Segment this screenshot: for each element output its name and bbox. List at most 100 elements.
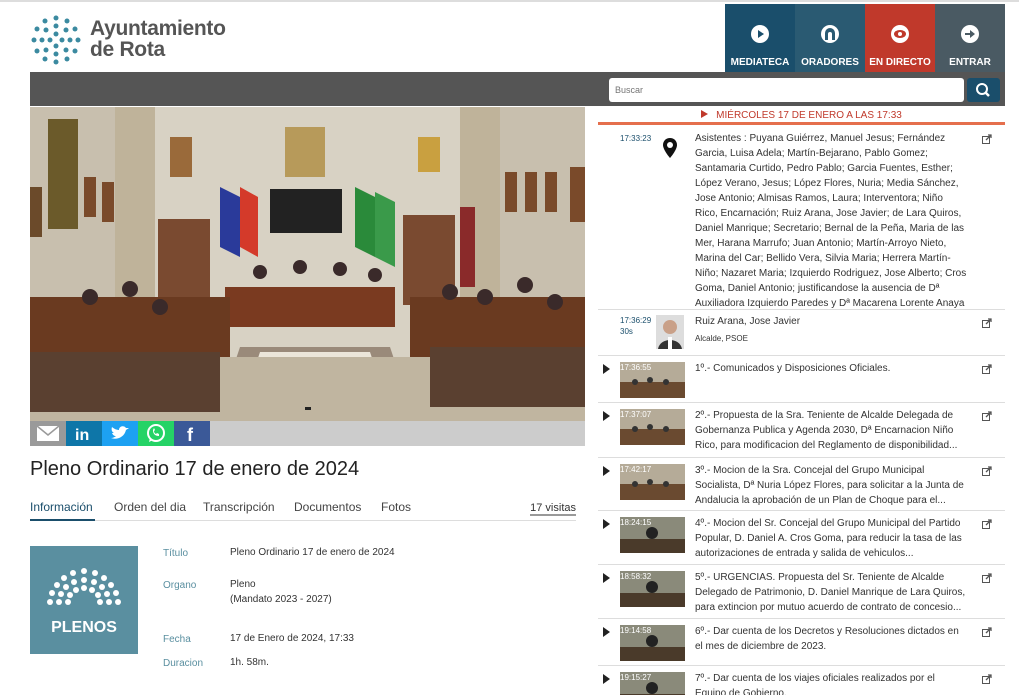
list-item-5[interactable]: 18:58:32 5º.- URGENCIAS. Propuesta del S… (598, 565, 1005, 619)
share-twitter-button[interactable] (102, 421, 138, 446)
logo-dots-icon (31, 15, 81, 65)
site-header: Ayuntamiento de Rota MEDIATECA ORADORES … (0, 0, 1019, 74)
list-item-4[interactable]: 18:24:15 4º.- Mocion del Sr. Concejal de… (598, 511, 1005, 565)
video-player[interactable] (30, 107, 585, 421)
tab-transcripcion[interactable]: Transcripción (203, 500, 275, 521)
facebook-icon: f (187, 425, 194, 445)
email-icon (36, 425, 60, 441)
play-icon[interactable] (603, 411, 610, 421)
info-titulo-label: Título (163, 548, 189, 559)
live-play-icon (701, 110, 709, 118)
hemicycle-icon (47, 568, 121, 605)
play-circle-icon (751, 25, 769, 43)
tab-orden-del-dia[interactable]: Orden del dia (114, 500, 186, 521)
live-date: MIÉRCOLES 17 DE ENERO A LAS 17:33 (716, 110, 902, 121)
share-linkedin-button[interactable]: in (66, 421, 102, 446)
external-link-icon[interactable] (982, 519, 992, 529)
location-pin-icon (663, 138, 677, 158)
info-titulo-value: Pleno Ordinario 17 de enero de 2024 (230, 547, 395, 558)
item-text: 7º.- Dar cuenta de los viajes oficiales … (695, 673, 935, 695)
list-item-2[interactable]: 17:37:07 2º.- Propuesta de la Sra. Tenie… (598, 403, 1005, 458)
external-link-icon[interactable] (982, 134, 992, 144)
nav-en-directo-label: EN DIRECTO (869, 57, 931, 68)
tab-fotos[interactable]: Fotos (381, 500, 411, 521)
list-item-asistentes[interactable]: 17:33:23 Asistentes : Puyana Guiérrez, M… (598, 126, 1005, 310)
play-icon[interactable] (603, 364, 610, 374)
item-time: 17:42:17 (620, 465, 652, 474)
external-link-icon[interactable] (982, 466, 992, 476)
external-link-icon[interactable] (982, 674, 992, 684)
item-text: 5º.- URGENCIAS. Propuesta del Sr. Tenien… (695, 572, 966, 613)
tab-documentos[interactable]: Documentos (294, 500, 361, 521)
info-fecha-label: Fecha (163, 634, 191, 645)
share-facebook-button[interactable]: f (174, 421, 210, 446)
nav-oradores-button[interactable]: ORADORES (795, 4, 865, 74)
info-mandato-value: (Mandato 2023 - 2027) (230, 594, 332, 605)
list-item-6[interactable]: 19:14:58 6º.- Dar cuenta de los Decretos… (598, 619, 1005, 666)
item-text: 6º.- Dar cuenta de los Decretos y Resolu… (695, 626, 959, 652)
info-organo-value: Pleno (230, 579, 256, 590)
plenos-label: PLENOS (51, 619, 117, 636)
play-icon[interactable] (603, 519, 610, 529)
live-session-header: MIÉRCOLES 17 DE ENERO A LAS 17:33 (598, 107, 1005, 125)
external-link-icon[interactable] (982, 411, 992, 421)
item-time: 19:15:27 (620, 673, 652, 682)
nav-en-directo-button[interactable]: EN DIRECTO (865, 4, 935, 74)
list-item-speaker[interactable]: 17:36:29 30s Ruiz Arana, Jose Javier Alc… (598, 310, 1005, 356)
item-time: 17:37:07 (620, 410, 652, 419)
page-title: Pleno Ordinario 17 de enero de 2024 (30, 458, 360, 480)
external-link-icon[interactable] (982, 364, 992, 374)
play-icon[interactable] (603, 573, 610, 583)
item-time: 17:36:55 (620, 363, 652, 372)
live-eye-icon (891, 25, 909, 43)
tab-informacion[interactable]: Información (30, 500, 95, 521)
item-text: Asistentes : Puyana Guiérrez, Manuel Jes… (695, 133, 967, 309)
play-icon[interactable] (603, 674, 610, 684)
share-email-button[interactable] (30, 421, 66, 446)
share-bar: in f (30, 421, 585, 446)
play-icon[interactable] (603, 466, 610, 476)
logo[interactable]: Ayuntamiento de Rota (30, 14, 230, 68)
top-nav: MEDIATECA ORADORES EN DIRECTO ENTRAR (725, 4, 1005, 74)
login-arrow-icon (961, 25, 979, 43)
external-link-icon[interactable] (982, 627, 992, 637)
visit-count: 17 visitas (530, 502, 576, 516)
whatsapp-icon (147, 424, 165, 442)
item-time: 17:33:23 (620, 134, 652, 143)
speaker-icon (821, 25, 839, 43)
nav-entrar-label: ENTRAR (949, 57, 991, 68)
nav-entrar-button[interactable]: ENTRAR (935, 4, 1005, 74)
item-text: 1º.- Comunicados y Disposiciones Oficial… (695, 363, 891, 374)
nav-oradores-label: ORADORES (801, 57, 859, 68)
nav-mediateca-button[interactable]: MEDIATECA (725, 4, 795, 74)
external-link-icon[interactable] (982, 318, 992, 328)
info-organo-label: Organo (163, 580, 197, 591)
logo-line2: de Rota (90, 38, 165, 61)
item-time: 18:58:32 (620, 572, 652, 581)
share-whatsapp-button[interactable] (138, 421, 174, 446)
info-fecha-value: 17 de Enero de 2024, 17:33 (230, 633, 354, 644)
info-duracion-value: 1h. 58m. (230, 657, 269, 668)
list-item-1[interactable]: 17:36:55 1º.- Comunicados y Disposicione… (598, 356, 1005, 403)
item-text: 4º.- Mocion del Sr. Concejal del Grupo M… (695, 518, 962, 559)
item-text: 2º.- Propuesta de la Sra. Teniente de Al… (695, 410, 958, 451)
search-icon (976, 83, 990, 97)
nav-mediateca-label: MEDIATECA (730, 57, 790, 68)
council-chamber-video-frame (30, 107, 585, 421)
speaker-role: Alcalde, PSOE (695, 334, 748, 343)
list-item-3[interactable]: 17:42:17 3º.- Mocion de la Sra. Concejal… (598, 458, 1005, 511)
plenos-badge: PLENOS (30, 546, 138, 654)
info-duracion-label: Duracion (163, 658, 204, 669)
external-link-icon[interactable] (982, 573, 992, 583)
search-input[interactable] (609, 78, 964, 102)
linkedin-icon: in (75, 427, 89, 444)
play-icon[interactable] (603, 627, 610, 637)
item-time: 18:24:15 (620, 518, 652, 527)
logo-line1: Ayuntamiento (90, 17, 226, 40)
avatar (656, 315, 684, 349)
item-time: 17:36:29 (620, 316, 652, 325)
svg-text:in: in (75, 427, 89, 444)
search-button[interactable] (967, 78, 1000, 102)
item-time: 19:14:58 (620, 626, 652, 635)
list-item-7[interactable]: 19:15:27 7º.- Dar cuenta de los viajes o… (598, 666, 1005, 695)
